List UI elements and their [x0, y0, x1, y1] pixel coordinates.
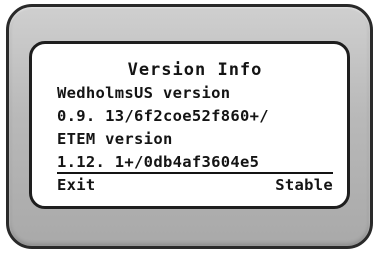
exit-softkey[interactable]: Exit — [57, 174, 96, 196]
etem-version-label: ETEM version — [57, 130, 173, 148]
lcd-content: Version Info WedholmsUS version 0.9. 13/… — [57, 59, 333, 196]
softkey-bar: Exit Stable — [57, 174, 333, 196]
product-version-value: 0.9. 13/6f2coe52f860+/ — [57, 107, 269, 125]
product-version-label: WedholmsUS version — [57, 84, 231, 102]
lcd-screen: Version Info WedholmsUS version 0.9. 13/… — [29, 41, 350, 209]
device: Version Info WedholmsUS version 0.9. 13/… — [0, 0, 382, 253]
stable-softkey[interactable]: Stable — [275, 174, 333, 196]
etem-version-value: 1.12. 1+/0db4af3604e5 — [57, 153, 260, 171]
screen-title: Version Info — [127, 60, 263, 80]
